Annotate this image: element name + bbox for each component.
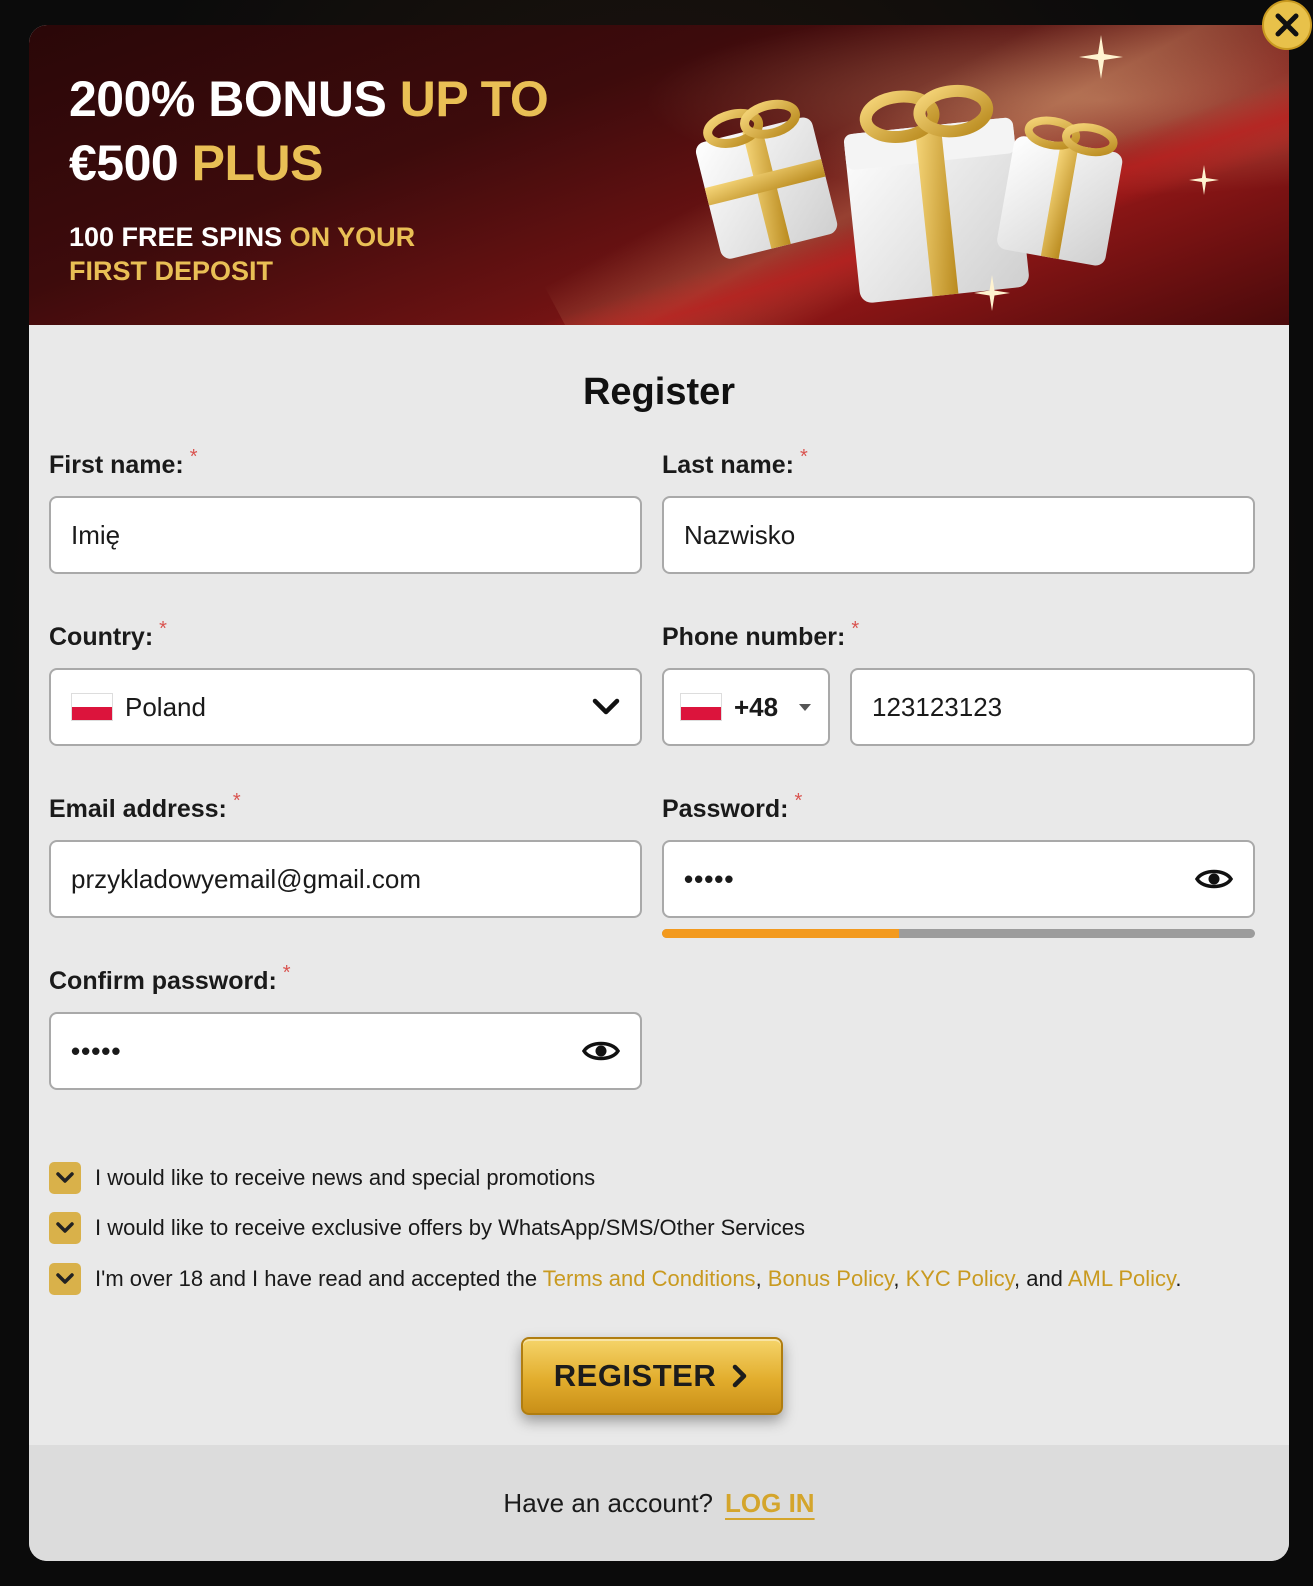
password-field[interactable]: ••••• — [662, 840, 1255, 918]
caret-down-icon — [799, 704, 811, 711]
gift-boxes-illustration — [695, 84, 1123, 303]
phone-label: Phone number: * — [662, 618, 860, 651]
poland-flag-icon — [71, 693, 113, 721]
check-chevron-icon — [56, 1273, 74, 1284]
first-name-label: First name: * — [49, 446, 198, 479]
chevron-right-icon — [732, 1364, 747, 1388]
offers-consent-checkbox[interactable] — [49, 1212, 81, 1244]
phone-code-select[interactable]: +48 — [662, 668, 830, 746]
bonus-headline: 200% BONUS UP TO €500 PLUS — [69, 71, 549, 191]
chevron-down-icon — [592, 698, 620, 715]
eye-icon[interactable] — [1195, 866, 1233, 892]
promo-banner: 200% BONUS UP TO €500 PLUS 100 FREE SPIN… — [29, 25, 1289, 325]
password-strength-bar — [662, 929, 1255, 938]
poland-flag-icon — [680, 693, 722, 721]
register-button[interactable]: REGISTER — [521, 1337, 783, 1415]
check-chevron-icon — [56, 1172, 74, 1183]
login-link[interactable]: LOG IN — [725, 1488, 815, 1519]
phone-number-value: 123123123 — [872, 691, 1003, 722]
password-label: Password: * — [662, 790, 803, 823]
confirm-password-label: Confirm password: * — [49, 962, 291, 995]
first-name-field[interactable]: Imię — [49, 496, 642, 574]
news-consent-row: I would like to receive news and special… — [49, 1162, 595, 1194]
close-button[interactable] — [1262, 0, 1312, 50]
sparkle-icon — [974, 275, 1010, 311]
confirm-password-field[interactable]: ••••• — [49, 1012, 642, 1090]
news-consent-checkbox[interactable] — [49, 1162, 81, 1194]
terms-consent-label: I'm over 18 and I have read and accepted… — [95, 1266, 1182, 1291]
first-name-value: Imię — [71, 519, 121, 550]
have-account-text: Have an account? — [503, 1487, 714, 1518]
phone-code-value: +48 — [734, 691, 779, 722]
bonus-policy-link[interactable]: Bonus Policy — [768, 1266, 894, 1291]
terms-consent-row: I'm over 18 and I have read and accepted… — [49, 1263, 1182, 1295]
aml-policy-link[interactable]: AML Policy — [1068, 1266, 1176, 1291]
sparkle-icon — [1189, 165, 1219, 195]
eye-icon[interactable] — [582, 1038, 620, 1064]
offers-consent-label: I would like to receive exclusive offers… — [95, 1215, 805, 1240]
email-label: Email address: * — [49, 790, 241, 823]
password-value: ••••• — [684, 863, 735, 894]
phone-number-field[interactable]: 123123123 — [850, 668, 1255, 746]
terms-link[interactable]: Terms and Conditions — [543, 1266, 756, 1291]
last-name-field[interactable]: Nazwisko — [662, 496, 1255, 574]
news-consent-label: I would like to receive news and special… — [95, 1165, 596, 1190]
email-value: przykladowyemail@gmail.com — [71, 863, 422, 894]
confirm-password-value: ••••• — [71, 1035, 122, 1066]
terms-consent-checkbox[interactable] — [49, 1263, 81, 1295]
last-name-value: Nazwisko — [684, 519, 796, 550]
country-select[interactable]: Poland — [49, 668, 642, 746]
country-label: Country: * — [49, 618, 167, 651]
country-value: Poland — [125, 691, 206, 722]
password-strength-fill — [662, 929, 900, 938]
last-name-label: Last name: * — [662, 446, 808, 479]
close-icon — [1275, 13, 1299, 37]
check-chevron-icon — [56, 1222, 74, 1233]
login-footer: Have an account? LOG IN — [29, 1445, 1289, 1561]
sparkle-icon — [1079, 35, 1123, 79]
email-field[interactable]: przykladowyemail@gmail.com — [49, 840, 642, 918]
offers-consent-row: I would like to receive exclusive offers… — [49, 1212, 805, 1244]
register-button-label: REGISTER — [553, 1358, 717, 1393]
form-title: Register — [582, 371, 736, 413]
register-modal: 200% BONUS UP TO €500 PLUS 100 FREE SPIN… — [29, 25, 1289, 1561]
kyc-policy-link[interactable]: KYC Policy — [906, 1266, 1014, 1291]
bonus-subheadline: 100 FREE SPINS ON YOUR FIRST DEPOSIT — [69, 222, 416, 286]
